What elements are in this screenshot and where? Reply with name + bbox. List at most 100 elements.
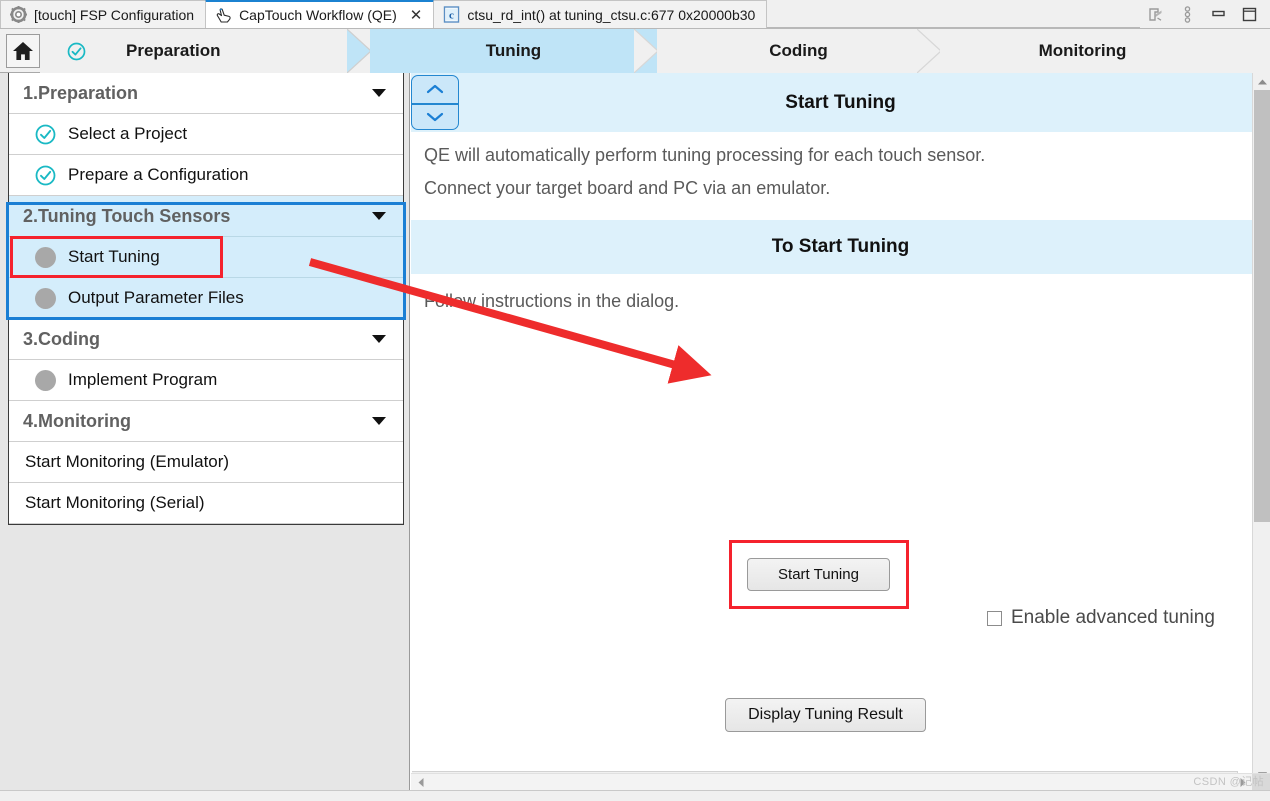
workflow-tail [1225, 28, 1270, 73]
workflow-step-tuning[interactable]: Tuning [370, 28, 658, 73]
sidebar-group-header-tuning[interactable]: 2.Tuning Touch Sensors [9, 196, 403, 237]
sidebar-group-preparation: 1.Preparation Select a Project Prepare a… [9, 73, 403, 196]
chevron-down-icon[interactable] [372, 417, 386, 425]
description-line-1: QE will automatically perform tuning pro… [424, 145, 986, 165]
svg-text:c: c [449, 9, 454, 21]
workflow-step-monitoring[interactable]: Monitoring [940, 28, 1225, 73]
vertical-scrollbar[interactable] [1252, 73, 1270, 783]
workflow-step-coding[interactable]: Coding [657, 28, 941, 73]
enable-advanced-tuning-checkbox[interactable] [987, 610, 1002, 626]
enable-advanced-tuning-label: Enable advanced tuning [1011, 607, 1215, 628]
chevron-down-icon[interactable] [372, 212, 386, 220]
sidebar-group-title: 4.Monitoring [23, 410, 131, 431]
home-button[interactable] [6, 33, 40, 68]
window-bottom-strip [0, 790, 1270, 801]
sidebar-item-start-tuning[interactable]: Start Tuning [9, 237, 403, 278]
check-circle-icon [35, 124, 56, 145]
section-header-to-start-tuning: To Start Tuning [411, 220, 1270, 274]
tab-captouch-workflow[interactable]: CapTouch Workflow (QE) ✕ [205, 0, 435, 28]
sidebar-item-label: Prepare a Configuration [68, 165, 249, 184]
sidebar-item-label: Select a Project [68, 124, 188, 143]
sidebar-item-label: Start Tuning [68, 247, 160, 266]
workflow-breadcrumb-bar: Preparation Tuning Coding Monitoring [0, 28, 1270, 73]
description-line-2: Connect your target board and PC via an … [424, 178, 831, 198]
check-circle-icon [35, 165, 56, 186]
status-dot-icon [35, 246, 56, 268]
section-nav-buttons [411, 75, 459, 130]
sidebar-group-header-preparation[interactable]: 1.Preparation [9, 73, 403, 114]
section-title: To Start Tuning [771, 236, 910, 257]
tab-bar-spacer [767, 0, 1140, 28]
sidebar-item-label: Start Monitoring (Serial) [25, 493, 205, 512]
sidebar-item-label: Output Parameter Files [68, 288, 244, 307]
sidebar-item-start-monitoring-emulator[interactable]: Start Monitoring (Emulator) [9, 442, 403, 483]
chevron-down-icon [426, 112, 444, 121]
sidebar-group-monitoring: 4.Monitoring Start Monitoring (Emulator)… [9, 401, 403, 524]
editor-tab-bar: [touch] FSP Configuration CapTouch Workf… [0, 0, 1270, 29]
application-window: [touch] FSP Configuration CapTouch Workf… [0, 0, 1270, 801]
instruction-text: Follow instructions in the dialog. [424, 291, 680, 311]
status-dot-icon [35, 287, 56, 309]
vertical-scrollbar-thumb[interactable] [1254, 90, 1270, 522]
workflow-step-label: Coding [769, 40, 828, 60]
section-header-start-tuning: Start Tuning [411, 73, 1270, 132]
restore-view-icon[interactable] [1148, 6, 1165, 23]
workflow-step-preparation[interactable]: Preparation [40, 28, 371, 73]
sidebar-item-label: Start Monitoring (Emulator) [25, 452, 230, 471]
chevron-down-icon[interactable] [372, 89, 386, 97]
sidebar-item-start-monitoring-serial[interactable]: Start Monitoring (Serial) [9, 483, 403, 524]
main-content-panel: Start Tuning QE will automatically perfo… [411, 73, 1270, 801]
section-body-to-start-tuning: Follow instructions in the dialog. Start… [411, 274, 1270, 801]
chevron-down-icon[interactable] [372, 335, 386, 343]
window-tool-buttons [1140, 0, 1270, 28]
check-circle-icon [67, 42, 86, 61]
enable-advanced-tuning-row[interactable]: Enable advanced tuning [987, 607, 1215, 629]
view-menu-icon[interactable] [1179, 5, 1196, 23]
scroll-up-button[interactable] [412, 76, 458, 103]
workflow-task-list: 1.Preparation Select a Project Prepare a… [8, 73, 404, 525]
sidebar-group-tuning-touch-sensors: 2.Tuning Touch Sensors Start Tuning Outp… [9, 196, 403, 319]
status-dot-icon [35, 369, 56, 391]
sidebar-item-select-a-project[interactable]: Select a Project [9, 114, 403, 155]
home-icon [13, 41, 33, 60]
sidebar-item-implement-program[interactable]: Implement Program [9, 360, 403, 401]
tab-label: CapTouch Workflow (QE) [239, 7, 397, 23]
gear-icon [10, 6, 27, 23]
sidebar-group-header-coding[interactable]: 3.Coding [9, 319, 403, 360]
sidebar-group-header-monitoring[interactable]: 4.Monitoring [9, 401, 403, 442]
workflow-sidebar: 1.Preparation Select a Project Prepare a… [0, 73, 410, 801]
workflow-step-label: Preparation [126, 40, 221, 60]
workflow-step-label: Tuning [485, 40, 542, 60]
sidebar-group-title: 3.Coding [23, 328, 100, 349]
section-title: Start Tuning [785, 91, 896, 113]
minimize-icon[interactable] [1210, 6, 1227, 23]
workflow-step-label: Monitoring [1038, 40, 1127, 60]
chevron-separator-icon [634, 28, 658, 73]
tab-ctsu-rd-int[interactable]: c ctsu_rd_int() at tuning_ctsu.c:677 0x2… [433, 0, 768, 28]
scroll-down-button[interactable] [412, 102, 458, 130]
chevron-separator-icon [917, 28, 941, 73]
horizontal-scrollbar[interactable] [411, 773, 1270, 791]
workflow-steps: Preparation Tuning Coding Monitoring [40, 28, 1270, 73]
section-body-start-tuning: QE will automatically perform tuning pro… [411, 132, 1270, 220]
tab-fsp-configuration[interactable]: [touch] FSP Configuration [0, 0, 207, 28]
scroll-left-arrow-icon[interactable] [413, 774, 429, 791]
sidebar-group-title: 2.Tuning Touch Sensors [23, 205, 231, 226]
maximize-icon[interactable] [1241, 6, 1258, 23]
chevron-separator-icon [347, 28, 371, 73]
tab-label: ctsu_rd_int() at tuning_ctsu.c:677 0x200… [467, 6, 756, 23]
start-tuning-button[interactable]: Start Tuning [747, 558, 890, 591]
sidebar-item-label: Implement Program [68, 370, 218, 389]
sidebar-item-output-parameter-files[interactable]: Output Parameter Files [9, 278, 403, 319]
close-icon[interactable]: ✕ [410, 8, 423, 23]
sidebar-group-title: 1.Preparation [23, 82, 139, 103]
display-tuning-result-button[interactable]: Display Tuning Result [725, 698, 926, 732]
tab-label: [touch] FSP Configuration [34, 6, 195, 23]
hand-pointer-icon [215, 7, 232, 24]
c-file-icon: c [443, 6, 460, 23]
sidebar-group-coding: 3.Coding Implement Program [9, 319, 403, 401]
chevron-up-icon [426, 85, 444, 94]
scroll-up-arrow-icon[interactable] [1253, 73, 1270, 90]
sidebar-item-prepare-a-configuration[interactable]: Prepare a Configuration [9, 155, 403, 196]
watermark: CSDN @记帖 [1193, 776, 1264, 788]
